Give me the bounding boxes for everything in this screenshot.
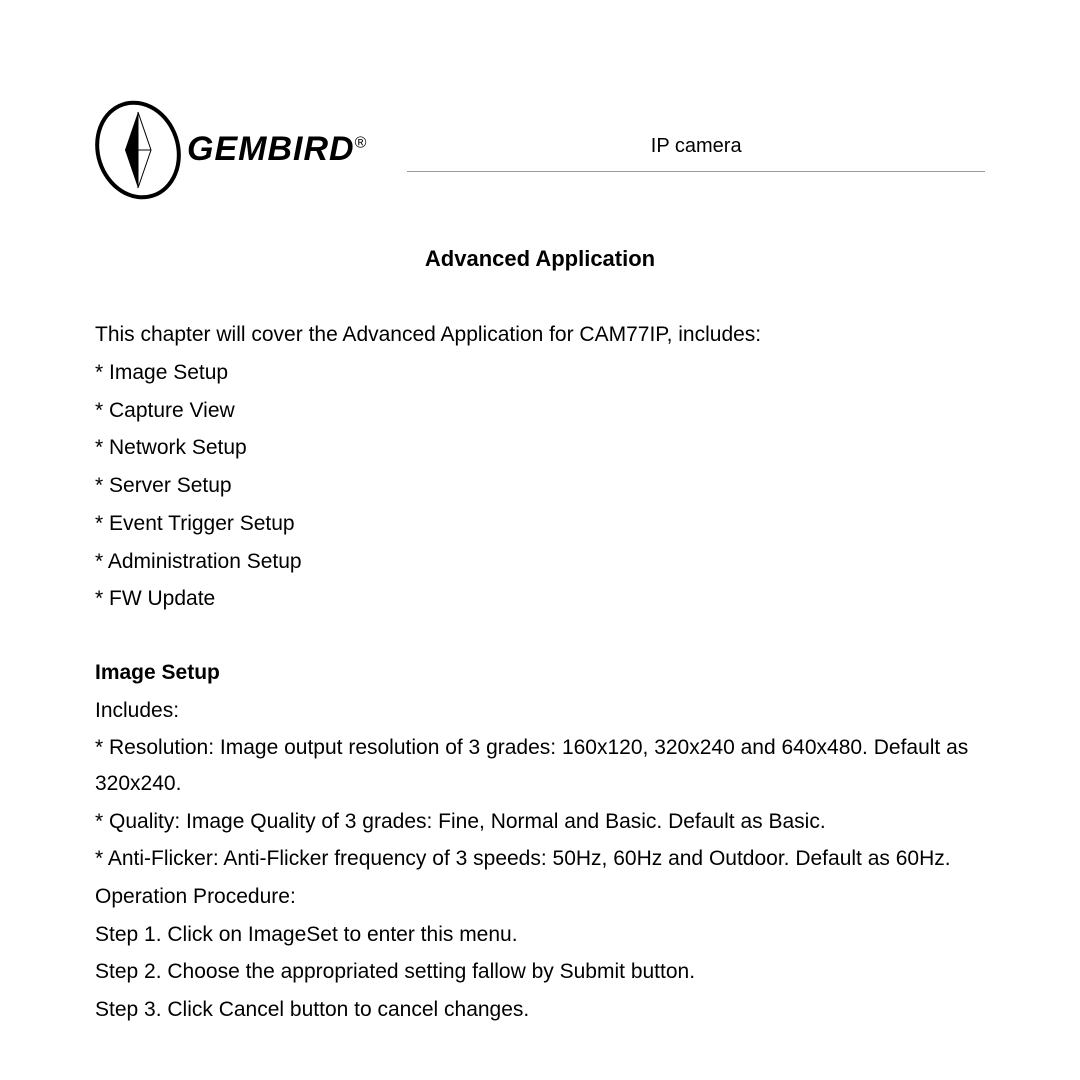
bullet-item: * Anti-Flicker: Anti-Flicker frequency o…	[95, 841, 985, 877]
step-item: Step 1. Click on ImageSet to enter this …	[95, 917, 985, 953]
toc-item: * Network Setup	[95, 430, 985, 466]
step-item: Step 2. Choose the appropriated setting …	[95, 954, 985, 990]
toc-item: * Capture View	[95, 393, 985, 429]
operation-label: Operation Procedure:	[95, 879, 985, 915]
section-heading: Image Setup	[95, 655, 985, 691]
toc-item: * Server Setup	[95, 468, 985, 504]
bullet-item: * Quality: Image Quality of 3 grades: Fi…	[95, 804, 985, 840]
page-title: Advanced Application	[95, 240, 985, 277]
toc-item: * Image Setup	[95, 355, 985, 391]
intro-text: This chapter will cover the Advanced App…	[95, 317, 985, 353]
toc-item: * Event Trigger Setup	[95, 506, 985, 542]
brand-name: GEMBIRD®	[187, 121, 367, 179]
step-item: Step 3. Click Cancel button to cancel ch…	[95, 992, 985, 1028]
doc-label-wrap: IP camera	[407, 129, 985, 172]
includes-label: Includes:	[95, 693, 985, 729]
doc-label: IP camera	[407, 129, 985, 172]
header-row: GEMBIRD® IP camera	[95, 100, 985, 200]
brand-logo: GEMBIRD®	[95, 100, 367, 200]
bullet-item: * Resolution: Image output resolution of…	[95, 730, 985, 801]
registered-mark: ®	[355, 135, 368, 152]
toc-item: * Administration Setup	[95, 544, 985, 580]
toc-item: * FW Update	[95, 581, 985, 617]
gembird-orbit-icon	[95, 100, 181, 200]
